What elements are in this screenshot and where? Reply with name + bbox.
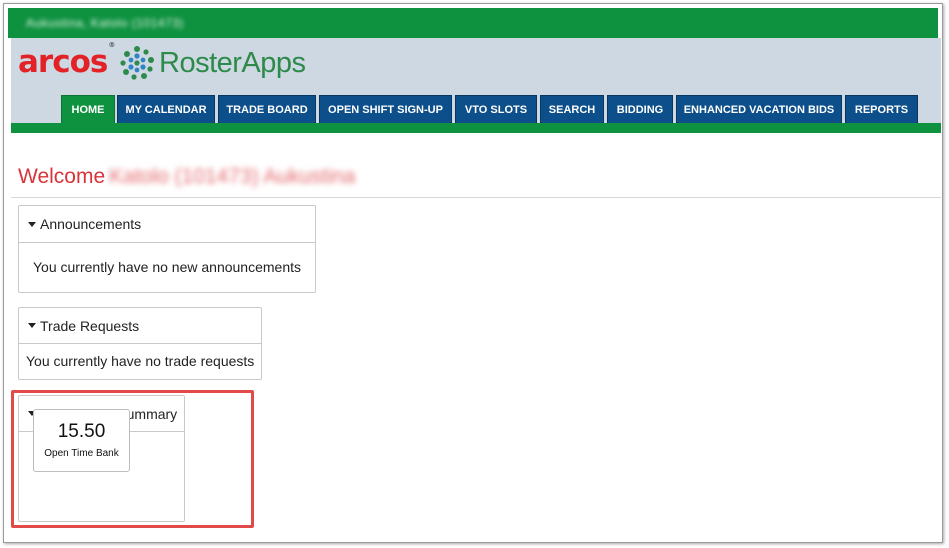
trade-requests-panel: Trade Requests You currently have no tra… (18, 307, 262, 380)
tab-home[interactable]: HOME (61, 95, 115, 124)
nav-underline (11, 123, 941, 133)
divider (11, 197, 941, 198)
welcome-label: Welcome (18, 165, 106, 188)
tab-reports[interactable]: REPORTS (845, 95, 918, 124)
user-name: Aukustina, Katolo (101473) (26, 16, 184, 30)
welcome-heading: Welcome Katolo (101473) Aukustina (18, 165, 355, 189)
welcome-user-name: Katolo (101473) Aukustina (109, 165, 356, 188)
arcos-logo: arcos® (18, 40, 115, 80)
rosterapps-logo-text: RosterApps (159, 47, 306, 79)
caret-down-icon (28, 221, 36, 227)
trade-requests-title: Trade Requests (40, 317, 140, 334)
announcements-message: You currently have no new announcements (33, 259, 301, 275)
tab-open-shift-sign-up[interactable]: OPEN SHIFT SIGN-UP (319, 95, 452, 124)
trade-requests-message: You currently have no trade requests (26, 353, 255, 369)
tab-search[interactable]: SEARCH (540, 95, 604, 124)
main-nav: HOME MY CALENDAR TRADE BOARD OPEN SHIFT … (11, 95, 941, 133)
announcements-header[interactable]: Announcements (19, 206, 315, 243)
tab-bidding[interactable]: BIDDING (607, 95, 673, 124)
tab-enhanced-vacation-bids[interactable]: ENHANCED VACATION BIDS (676, 95, 842, 124)
rosterapps-logo-icon (120, 46, 154, 80)
highlight-box (11, 390, 254, 528)
top-bar: Aukustina, Katolo (101473) (8, 8, 938, 38)
trade-requests-header[interactable]: Trade Requests (19, 308, 261, 344)
tab-trade-board[interactable]: TRADE BOARD (218, 95, 316, 124)
announcements-panel: Announcements You currently have no new … (18, 205, 316, 293)
announcements-title: Announcements (40, 216, 142, 232)
caret-down-icon (28, 323, 36, 328)
tab-my-calendar[interactable]: MY CALENDAR (117, 95, 215, 124)
tab-vto-slots[interactable]: VTO SLOTS (455, 95, 537, 124)
